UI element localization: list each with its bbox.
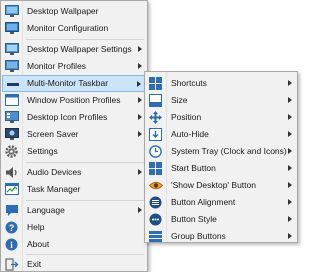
submenu-arrow-icon — [138, 114, 142, 120]
submenu-arrow-icon — [288, 182, 292, 188]
monitor-profiles-icon — [4, 59, 19, 74]
clock-icon — [148, 144, 163, 159]
button-style-icon — [148, 212, 163, 227]
screen-saver-icon — [4, 127, 19, 142]
submenu-arrow-icon — [288, 165, 292, 171]
group-buttons-icon — [148, 229, 163, 244]
submenu-item-button-style[interactable]: Button Style — [146, 211, 296, 228]
taskbar-icon — [5, 77, 20, 92]
menu-separator — [26, 200, 144, 201]
window-position-icon — [4, 93, 19, 108]
size-icon — [148, 93, 163, 108]
submenu-item-start-button[interactable]: Start Button — [146, 160, 296, 177]
submenu-item-show-desktop-button[interactable]: 'Show Desktop' Button — [146, 177, 296, 194]
start-button-icon — [148, 161, 163, 176]
submenu-item-position[interactable]: Position — [146, 109, 296, 126]
submenu-item-size[interactable]: Size — [146, 92, 296, 109]
svg-text:?: ? — [9, 223, 15, 233]
menu-item-audio-devices[interactable]: Audio Devices — [2, 164, 146, 181]
submenu-arrow-icon — [288, 114, 292, 120]
taskbar-submenu: Shortcuts Size Position Auto-Hide System… — [144, 71, 298, 243]
about-info-icon: i — [4, 237, 19, 252]
menu-item-monitor-profiles[interactable]: Monitor Profiles — [2, 58, 146, 75]
submenu-item-auto-hide[interactable]: Auto-Hide — [146, 126, 296, 143]
menu-item-language[interactable]: Language — [2, 202, 146, 219]
submenu-arrow-icon — [137, 81, 141, 87]
menu-separator — [26, 254, 144, 255]
desktop-wallpaper-icon — [4, 4, 19, 19]
menu-item-about[interactable]: i About — [2, 236, 146, 253]
monitor-configuration-icon — [4, 21, 19, 36]
submenu-arrow-icon — [288, 80, 292, 86]
audio-speaker-icon — [4, 165, 19, 180]
submenu-arrow-icon — [288, 97, 292, 103]
submenu-arrow-icon — [288, 199, 292, 205]
menu-item-exit[interactable]: Exit — [2, 256, 146, 272]
submenu-item-button-alignment[interactable]: Button Alignment — [146, 194, 296, 211]
menu-separator — [26, 39, 144, 40]
submenu-item-group-buttons[interactable]: Group Buttons — [146, 228, 296, 245]
menu-item-screen-saver[interactable]: Screen Saver — [2, 126, 146, 143]
submenu-arrow-icon — [288, 148, 292, 154]
menu-item-desktop-icon-profiles[interactable]: Desktop Icon Profiles — [2, 109, 146, 126]
tray-context-menu: Desktop Wallpaper Monitor Configuration … — [0, 0, 148, 272]
wallpaper-settings-icon — [4, 42, 19, 57]
submenu-arrow-icon — [288, 216, 292, 222]
menu-separator — [26, 162, 144, 163]
menu-item-multi-monitor-taskbar[interactable]: Multi-Monitor Taskbar — [2, 75, 146, 92]
help-icon: ? — [4, 220, 19, 235]
shortcuts-grid-icon — [148, 76, 163, 91]
submenu-arrow-icon — [138, 97, 142, 103]
submenu-item-shortcuts[interactable]: Shortcuts — [146, 75, 296, 92]
submenu-arrow-icon — [138, 207, 142, 213]
position-arrows-icon — [148, 110, 163, 125]
settings-gear-icon — [4, 144, 19, 159]
task-manager-icon — [4, 182, 19, 197]
menu-item-window-position-profiles[interactable]: Window Position Profiles — [2, 92, 146, 109]
menu-item-task-manager[interactable]: Task Manager — [2, 181, 146, 198]
desktop-icon-profiles-icon — [4, 110, 19, 125]
auto-hide-icon — [148, 127, 163, 142]
menu-item-desktop-wallpaper[interactable]: Desktop Wallpaper — [2, 3, 146, 20]
language-icon — [4, 203, 19, 218]
menu-item-desktop-wallpaper-settings[interactable]: Desktop Wallpaper Settings — [2, 41, 146, 58]
submenu-item-system-tray[interactable]: System Tray (Clock and Icons) — [146, 143, 296, 160]
menu-item-monitor-configuration[interactable]: Monitor Configuration — [2, 20, 146, 37]
submenu-arrow-icon — [138, 46, 142, 52]
button-alignment-icon — [148, 195, 163, 210]
submenu-arrow-icon — [288, 233, 292, 239]
menu-item-settings[interactable]: Settings — [2, 143, 146, 160]
show-desktop-eye-icon — [148, 178, 163, 193]
submenu-arrow-icon — [138, 131, 142, 137]
exit-icon — [4, 257, 19, 272]
submenu-arrow-icon — [288, 131, 292, 137]
submenu-arrow-icon — [138, 169, 142, 175]
menu-item-help[interactable]: ? Help — [2, 219, 146, 236]
submenu-arrow-icon — [138, 63, 142, 69]
